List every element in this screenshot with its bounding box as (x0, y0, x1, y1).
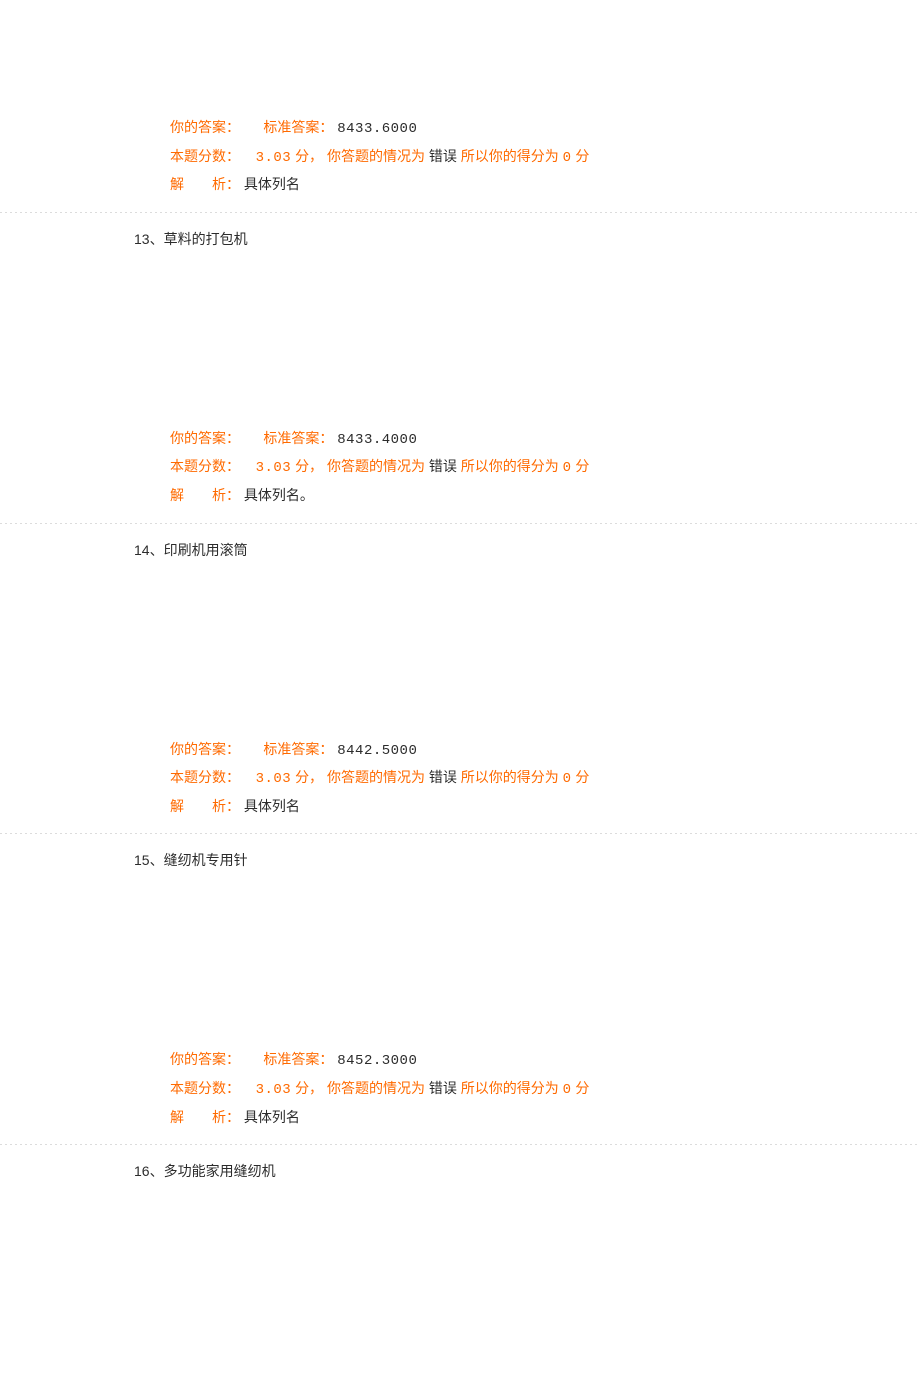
tail-unit: 分 (575, 148, 589, 164)
status-value: 错误 (429, 460, 457, 476)
question-row: 16、多功能家用缝纫机 (0, 1151, 920, 1351)
question-number: 15 (134, 852, 150, 868)
score-row: 本题分数： 3.03 分， 你答题的情况为 错误 所以你的得分为 0 分 (170, 1075, 920, 1104)
your-answer-label: 你的答案： (170, 1051, 240, 1067)
score-value: 3.03 (256, 460, 292, 476)
question-row: 15、缝纫机专用针 (0, 840, 920, 1040)
tail-unit: 分 (575, 1080, 589, 1096)
standard-answer-label: 标准答案： (263, 741, 333, 757)
divider (0, 1144, 920, 1145)
status-prefix: 你答题的情况为 (327, 148, 425, 164)
answer-row: 你的答案： 标准答案： 8452.3000 (170, 1046, 920, 1075)
standard-answer-label: 标准答案： (263, 1051, 333, 1067)
question-text: 多功能家用缝纫机 (164, 1163, 276, 1179)
qa-block: 你的答案： 标准答案： 8433.4000 本题分数： 3.03 分， 你答题的… (0, 419, 920, 730)
answer-row: 你的答案： 标准答案： 8433.4000 (170, 425, 920, 454)
score-unit: 分， (295, 1080, 323, 1096)
score-value: 3.03 (256, 1082, 292, 1098)
analysis-row: 解 析： 具体列名 (170, 793, 920, 822)
question-number: 16 (134, 1163, 150, 1179)
score-prefix: 本题分数： (170, 769, 240, 785)
tail-prefix: 所以你的得分为 (461, 458, 559, 474)
your-answer-label: 你的答案： (170, 430, 240, 446)
standard-answer-value: 8433.4000 (337, 432, 417, 448)
tail-prefix: 所以你的得分为 (461, 1080, 559, 1096)
answer-section: 你的答案： 标准答案： 8442.5000 本题分数： 3.03 分， 你答题的… (0, 730, 920, 828)
analysis-label: 解 析： (170, 1109, 240, 1125)
question-number: 13 (134, 231, 150, 247)
tail-prefix: 所以你的得分为 (461, 148, 559, 164)
score-prefix: 本题分数： (170, 148, 240, 164)
divider (0, 833, 920, 834)
status-value: 错误 (429, 771, 457, 787)
analysis-label: 解 析： (170, 798, 240, 814)
score-value: 3.03 (256, 150, 292, 166)
qa-block: 你的答案： 标准答案： 8433.6000 本题分数： 3.03 分， 你答题的… (0, 108, 920, 419)
score-value: 3.03 (256, 771, 292, 787)
analysis-value: 具体列名 (244, 800, 300, 816)
score-prefix: 本题分数： (170, 1080, 240, 1096)
qa-block: 你的答案： 标准答案： 8442.5000 本题分数： 3.03 分， 你答题的… (0, 730, 920, 1041)
qa-block: 你的答案： 标准答案： 8452.3000 本题分数： 3.03 分， 你答题的… (0, 1040, 920, 1351)
status-value: 错误 (429, 150, 457, 166)
analysis-row: 解 析： 具体列名 (170, 1104, 920, 1133)
your-answer-label: 你的答案： (170, 119, 240, 135)
analysis-label: 解 析： (170, 176, 240, 192)
score-row: 本题分数： 3.03 分， 你答题的情况为 错误 所以你的得分为 0 分 (170, 143, 920, 172)
standard-answer-value: 8433.6000 (337, 121, 417, 137)
question-separator: 、 (150, 852, 164, 868)
document-root: 你的答案： 标准答案： 8433.6000 本题分数： 3.03 分， 你答题的… (0, 0, 920, 1379)
score-unit: 分， (295, 769, 323, 785)
standard-answer-value: 8452.3000 (337, 1053, 417, 1069)
analysis-value: 具体列名。 (244, 489, 314, 505)
divider (0, 523, 920, 524)
analysis-row: 解 析： 具体列名。 (170, 482, 920, 511)
score-row: 本题分数： 3.03 分， 你答题的情况为 错误 所以你的得分为 0 分 (170, 764, 920, 793)
earned-value: 0 (563, 150, 572, 166)
earned-value: 0 (563, 460, 572, 476)
standard-answer-label: 标准答案： (263, 119, 333, 135)
answer-section: 你的答案： 标准答案： 8452.3000 本题分数： 3.03 分， 你答题的… (0, 1040, 920, 1138)
standard-answer-label: 标准答案： (263, 430, 333, 446)
question-separator: 、 (150, 542, 164, 558)
analysis-value: 具体列名 (244, 1111, 300, 1127)
status-prefix: 你答题的情况为 (327, 769, 425, 785)
question-number: 14 (134, 542, 150, 558)
question-row: 13、草料的打包机 (0, 219, 920, 419)
top-spacer (0, 0, 920, 108)
question-row: 14、印刷机用滚筒 (0, 530, 920, 730)
status-prefix: 你答题的情况为 (327, 458, 425, 474)
standard-answer-value: 8442.5000 (337, 743, 417, 759)
status-value: 错误 (429, 1082, 457, 1098)
score-row: 本题分数： 3.03 分， 你答题的情况为 错误 所以你的得分为 0 分 (170, 453, 920, 482)
question-text: 草料的打包机 (164, 231, 248, 247)
your-answer-label: 你的答案： (170, 741, 240, 757)
score-unit: 分， (295, 148, 323, 164)
score-prefix: 本题分数： (170, 458, 240, 474)
analysis-label: 解 析： (170, 487, 240, 503)
question-separator: 、 (150, 231, 164, 247)
earned-value: 0 (563, 1082, 572, 1098)
question-text: 缝纫机专用针 (164, 852, 248, 868)
analysis-value: 具体列名 (244, 178, 300, 194)
score-unit: 分， (295, 458, 323, 474)
earned-value: 0 (563, 771, 572, 787)
answer-section: 你的答案： 标准答案： 8433.6000 本题分数： 3.03 分， 你答题的… (0, 108, 920, 206)
question-separator: 、 (150, 1163, 164, 1179)
tail-unit: 分 (575, 458, 589, 474)
answer-row: 你的答案： 标准答案： 8433.6000 (170, 114, 920, 143)
question-text: 印刷机用滚筒 (164, 542, 248, 558)
answer-section: 你的答案： 标准答案： 8433.4000 本题分数： 3.03 分， 你答题的… (0, 419, 920, 517)
answer-row: 你的答案： 标准答案： 8442.5000 (170, 736, 920, 765)
analysis-row: 解 析： 具体列名 (170, 171, 920, 200)
tail-prefix: 所以你的得分为 (461, 769, 559, 785)
divider (0, 212, 920, 213)
tail-unit: 分 (575, 769, 589, 785)
status-prefix: 你答题的情况为 (327, 1080, 425, 1096)
